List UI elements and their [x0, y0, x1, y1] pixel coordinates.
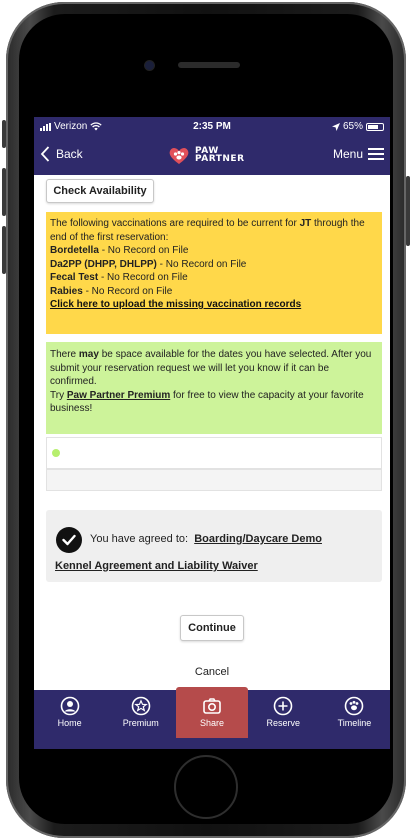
agreement-link-part-1[interactable]: Boarding/Daycare Demo: [194, 533, 322, 545]
vaccine-name: Bordetella: [50, 245, 99, 256]
vaccine-item: Rabies - No Record on File: [50, 285, 378, 299]
pet-name: JT: [299, 218, 312, 229]
tab-label: Timeline: [337, 718, 372, 728]
mute-switch: [2, 120, 6, 148]
vaccination-warning: The following vaccinations are required …: [46, 212, 382, 334]
plus-circle-icon: [273, 696, 293, 716]
paw-partner-logo: PAW PARTNER: [167, 145, 245, 165]
vaccination-intro-prefix: The following vaccinations are required …: [50, 218, 297, 229]
battery-percent: 65%: [342, 121, 363, 132]
back-button[interactable]: Back: [40, 146, 83, 162]
tab-reserve[interactable]: Reserve: [248, 690, 319, 738]
availability-emphasis: may: [78, 349, 99, 360]
tab-label: Reserve: [266, 718, 300, 728]
premium-link[interactable]: Paw Partner Premium: [67, 390, 170, 401]
camera-icon: [203, 698, 221, 714]
vaccination-intro: The following vaccinations are required …: [50, 217, 378, 244]
volume-down-button: [2, 226, 6, 274]
menu-label: Menu: [332, 147, 363, 161]
vaccine-item: Fecal Test - No Record on File: [50, 271, 378, 285]
bottom-safe-area: [34, 738, 390, 749]
app-screen: Verizon 2:35 PM 65% Back PAW PARTNER Men…: [34, 117, 390, 749]
vaccine-status: - No Record on File: [85, 285, 173, 297]
check-availability-button[interactable]: Check Availability: [46, 179, 154, 203]
checkmark-icon: [62, 534, 76, 546]
agreement-box: You have agreed to: Boarding/Daycare Dem…: [46, 510, 382, 582]
menu-button[interactable]: Menu: [333, 147, 384, 161]
chevron-left-icon: [40, 146, 50, 162]
tab-label: Premium: [122, 718, 159, 728]
power-button: [406, 176, 410, 246]
status-bar: Verizon 2:35 PM 65%: [34, 117, 390, 137]
tab-label: Home: [57, 718, 82, 728]
try-prefix: Try: [50, 389, 65, 401]
agreement-prefix: You have agreed to:: [90, 533, 189, 545]
paw-heart-icon: [169, 148, 189, 164]
hamburger-icon: [368, 148, 384, 160]
agreement-line-2: Kennel Agreement and Liability Waiver: [55, 560, 258, 572]
battery-icon: [366, 122, 384, 131]
tab-label: Share: [199, 718, 225, 728]
availability-text-1: There: [50, 349, 77, 360]
front-camera: [145, 61, 154, 70]
nav-bar: Back PAW PARTNER Menu: [34, 137, 390, 175]
location-arrow-icon: [331, 122, 340, 131]
user-circle-icon: [60, 696, 79, 716]
availability-notice: There may be space available for the dat…: [46, 342, 382, 434]
tab-bar: Home Premium Share Reserve Timeline: [34, 687, 390, 738]
star-badge-icon: [131, 696, 151, 716]
back-label: Back: [56, 147, 83, 161]
availability-calendar-row[interactable]: [46, 437, 382, 469]
vaccine-item: Da2PP (DHPP, DHLPP) - No Record on File: [50, 258, 378, 272]
availability-calendar-row-2: [46, 469, 382, 491]
vaccine-status: - No Record on File: [159, 258, 247, 270]
earpiece-speaker: [178, 62, 240, 68]
vaccine-status: - No Record on File: [100, 272, 188, 283]
tab-share[interactable]: Share: [176, 687, 248, 738]
availability-text-2: be space available for the dates you hav…: [50, 349, 372, 387]
vaccine-name: Rabies: [50, 285, 83, 297]
tab-timeline[interactable]: Timeline: [319, 690, 390, 738]
vaccine-status: - No Record on File: [101, 245, 189, 256]
logo-text-partner: PARTNER: [195, 154, 245, 164]
home-button[interactable]: [174, 755, 238, 819]
continue-button[interactable]: Continue: [180, 615, 244, 641]
vaccine-name: Fecal Test: [50, 272, 99, 283]
cancel-link[interactable]: Cancel: [34, 666, 390, 678]
tab-premium[interactable]: Premium: [105, 690, 176, 738]
agreement-checkbox[interactable]: [56, 527, 82, 553]
vaccine-item: Bordetella - No Record on File: [50, 244, 378, 258]
tab-home[interactable]: Home: [34, 690, 105, 738]
upload-vaccination-link[interactable]: Click here to upload the missing vaccina…: [50, 298, 378, 312]
available-dot-icon: [52, 449, 60, 457]
agreement-link-part-2[interactable]: Kennel Agreement and Liability Waiver: [55, 560, 258, 572]
paw-circle-icon: [345, 696, 364, 716]
volume-up-button: [2, 168, 6, 216]
vaccine-name: Da2PP (DHPP, DHLPP): [50, 258, 157, 270]
agreement-line-1: You have agreed to: Boarding/Daycare Dem…: [90, 533, 322, 545]
